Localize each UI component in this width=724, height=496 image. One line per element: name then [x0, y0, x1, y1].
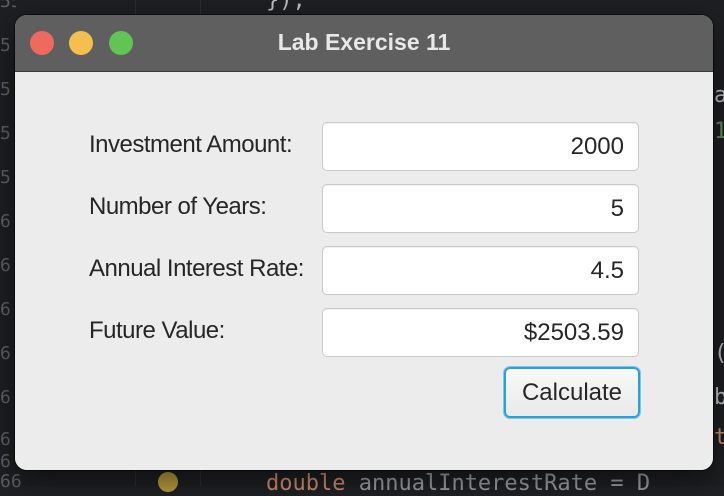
line-number: 6 [0, 430, 11, 450]
title-bar[interactable]: Lab Exercise 11 [15, 15, 713, 72]
number-of-years-field[interactable] [322, 184, 639, 233]
line-number: 6 [0, 344, 11, 364]
code-fragment: t [714, 425, 724, 450]
investment-amount-field[interactable] [322, 122, 639, 171]
line-number: 55 [0, 0, 16, 12]
line-number: 6 [0, 256, 11, 276]
future-value-field[interactable] [322, 308, 639, 357]
code-line: }); [266, 0, 306, 13]
future-value-label: Future Value: [89, 317, 225, 344]
line-number: 66 [0, 472, 22, 492]
line-number: 5 [0, 168, 11, 188]
line-number: 5 [0, 80, 11, 100]
line-number: 6 [0, 388, 11, 408]
line-number: 5 [0, 36, 11, 56]
annual-interest-rate-label: Annual Interest Rate: [89, 255, 304, 282]
code-keyword: double [266, 471, 346, 496]
code-fragment: a [714, 83, 724, 108]
line-number: 6 [0, 300, 11, 320]
annual-interest-rate-field[interactable] [322, 246, 639, 295]
calculate-button[interactable]: Calculate [504, 367, 640, 418]
form-panel: Investment Amount: Number of Years: Annu… [15, 72, 713, 470]
line-number: 6 [0, 452, 11, 472]
lightbulb-icon[interactable] [158, 472, 178, 492]
code-fragment: 1 [714, 119, 724, 144]
investment-amount-label: Investment Amount: [89, 131, 293, 158]
number-of-years-label: Number of Years: [89, 193, 267, 220]
line-number: 6 [0, 212, 11, 232]
lab-exercise-window: Lab Exercise 11 Investment Amount: Numbe… [15, 15, 713, 470]
code-line: double annualInterestRate = D [266, 472, 650, 496]
code-fragment: ( [714, 342, 724, 366]
window-title: Lab Exercise 11 [277, 29, 451, 55]
line-number: 5 [0, 124, 11, 144]
code-fragment: b [714, 385, 724, 410]
code-text: annualInterestRate = D [345, 471, 651, 496]
